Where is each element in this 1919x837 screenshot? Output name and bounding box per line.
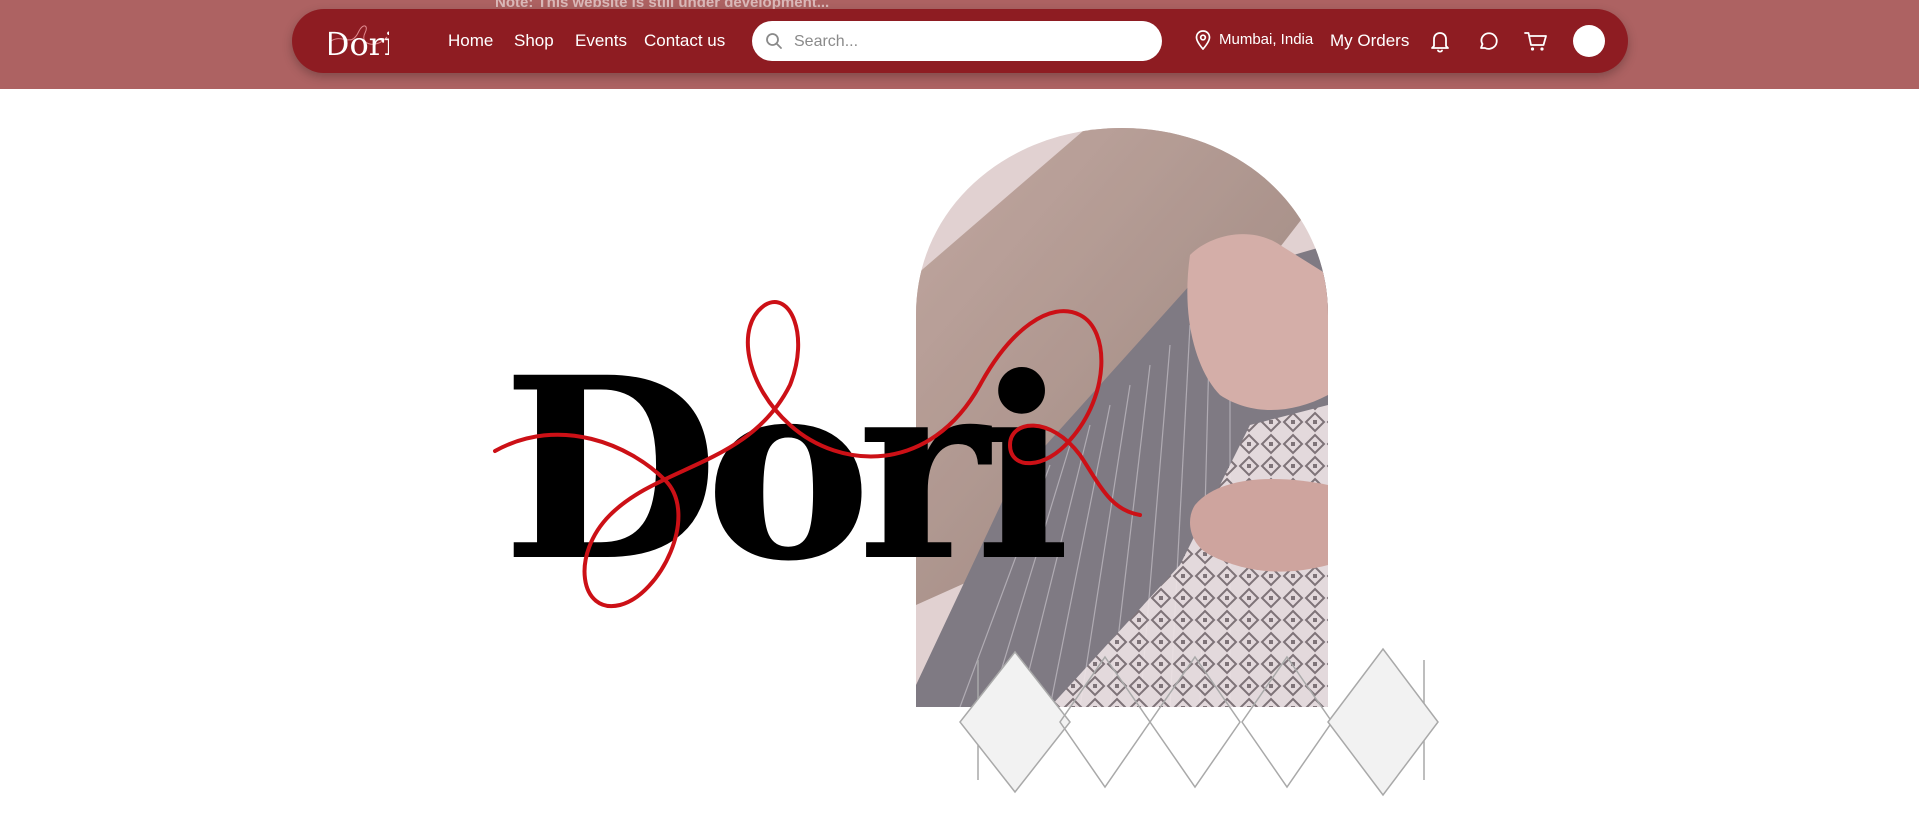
- my-orders-link[interactable]: My Orders: [1330, 31, 1409, 51]
- logo[interactable]: Dori: [324, 19, 394, 63]
- nav-shop[interactable]: Shop: [514, 31, 554, 51]
- messages-button[interactable]: [1474, 27, 1502, 55]
- hero-section: Dori: [490, 125, 1450, 805]
- notifications-button[interactable]: [1426, 27, 1454, 55]
- nav-events[interactable]: Events: [575, 31, 627, 51]
- cart-icon: [1524, 32, 1547, 51]
- search-bar: [752, 21, 1162, 63]
- search-icon: [766, 33, 782, 49]
- location-text: Mumbai, India: [1219, 31, 1314, 48]
- navbar: Dori Home Shop Events Contact us Mumbai,…: [292, 9, 1628, 73]
- avatar[interactable]: [1573, 25, 1605, 57]
- nav-contact-us[interactable]: Contact us: [644, 31, 725, 51]
- logo-text: Dori: [329, 25, 389, 63]
- cart-button[interactable]: [1522, 27, 1550, 55]
- chat-icon: [1480, 32, 1498, 50]
- nav-home[interactable]: Home: [448, 31, 493, 51]
- bell-icon: [1431, 32, 1449, 53]
- map-pin-icon: [1195, 30, 1211, 50]
- search-input[interactable]: [792, 21, 1146, 63]
